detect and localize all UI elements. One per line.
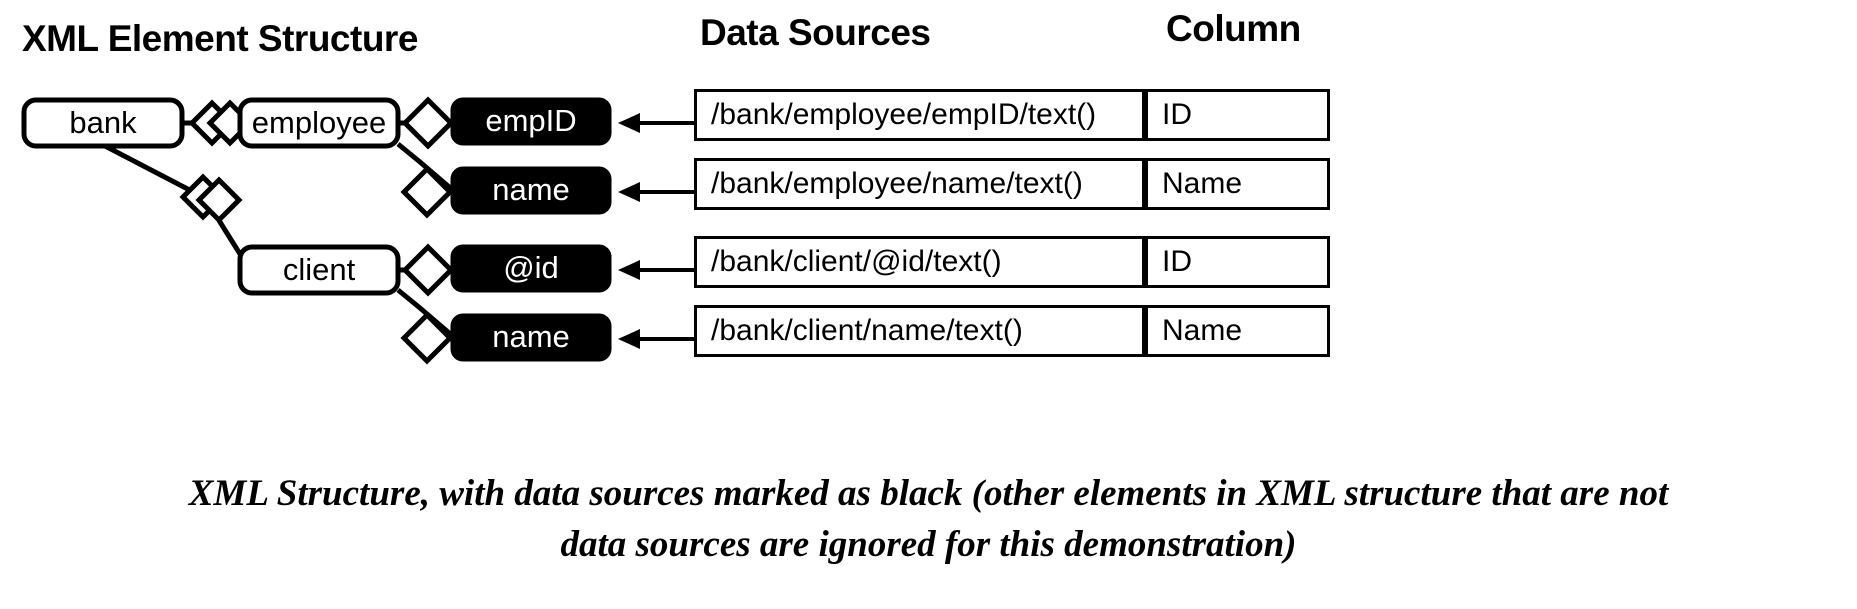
tree-node-client[interactable]: client — [237, 244, 401, 296]
node-label-employee-name: name — [492, 172, 570, 207]
table-cell-path: /bank/employee/empID/text() — [694, 89, 1145, 141]
column-text: ID — [1162, 245, 1192, 278]
node-label-empid: empID — [485, 103, 576, 138]
column-text: Name — [1162, 314, 1243, 347]
figure-caption: XML Structure, with data sources marked … — [0, 468, 1857, 570]
arrow-row-4 — [618, 329, 698, 349]
xpath-text: /bank/employee/empID/text() — [711, 98, 1097, 131]
xml-tree-diagram: bank employee client empID name @id name — [21, 96, 612, 365]
arrow-row-3 — [618, 260, 698, 280]
column-text: ID — [1162, 98, 1192, 131]
column-text: Name — [1162, 167, 1243, 200]
table-row[interactable]: /bank/employee/empID/text() ID — [694, 89, 1330, 141]
table-row[interactable]: /bank/employee/name/text() Name — [694, 158, 1330, 210]
diamond-employee-name — [400, 165, 454, 219]
data-source-node-empid[interactable]: empID — [450, 97, 612, 146]
xpath-text: /bank/employee/name/text() — [711, 167, 1083, 200]
header-data-sources: Data Sources — [700, 12, 931, 53]
diamond-client-name — [400, 311, 454, 365]
table-cell-path: /bank/client/name/text() — [694, 305, 1145, 357]
node-label-id: @id — [503, 250, 559, 285]
table-cell-column: ID — [1145, 236, 1330, 288]
header-xml-element-structure: XML Element Structure — [22, 18, 418, 59]
caption-line-1: XML Structure, with data sources marked … — [188, 473, 1669, 514]
table-cell-column: Name — [1145, 305, 1330, 357]
data-source-node-employee-name[interactable]: name — [450, 166, 612, 215]
data-source-node-id[interactable]: @id — [450, 244, 612, 293]
table-cell-path: /bank/client/@id/text() — [694, 236, 1145, 288]
node-label-bank: bank — [69, 105, 137, 140]
node-label-employee: employee — [252, 105, 386, 140]
table-cell-column: ID — [1145, 89, 1330, 141]
data-source-node-client-name[interactable]: name — [450, 313, 612, 362]
xpath-text: /bank/client/name/text() — [711, 314, 1023, 347]
node-label-client: client — [283, 252, 356, 287]
arrow-row-2 — [618, 182, 698, 202]
double-diamond-bank-client — [179, 173, 243, 224]
table-cell-column: Name — [1145, 158, 1330, 210]
tree-node-bank[interactable]: bank — [21, 97, 185, 149]
diamond-client-id — [401, 243, 455, 297]
tree-node-employee[interactable]: employee — [237, 97, 401, 149]
xpath-text: /bank/client/@id/text() — [711, 245, 1002, 278]
table-row[interactable]: /bank/client/name/text() Name — [694, 305, 1330, 357]
header-column: Column — [1166, 8, 1301, 49]
node-label-client-name: name — [492, 319, 570, 354]
arrow-row-1 — [618, 113, 698, 133]
table-cell-path: /bank/employee/name/text() — [694, 158, 1145, 210]
caption-line-2: data sources are ignored for this demons… — [560, 524, 1297, 566]
table-row[interactable]: /bank/client/@id/text() ID — [694, 236, 1330, 288]
diamond-employee-empid — [401, 96, 455, 150]
